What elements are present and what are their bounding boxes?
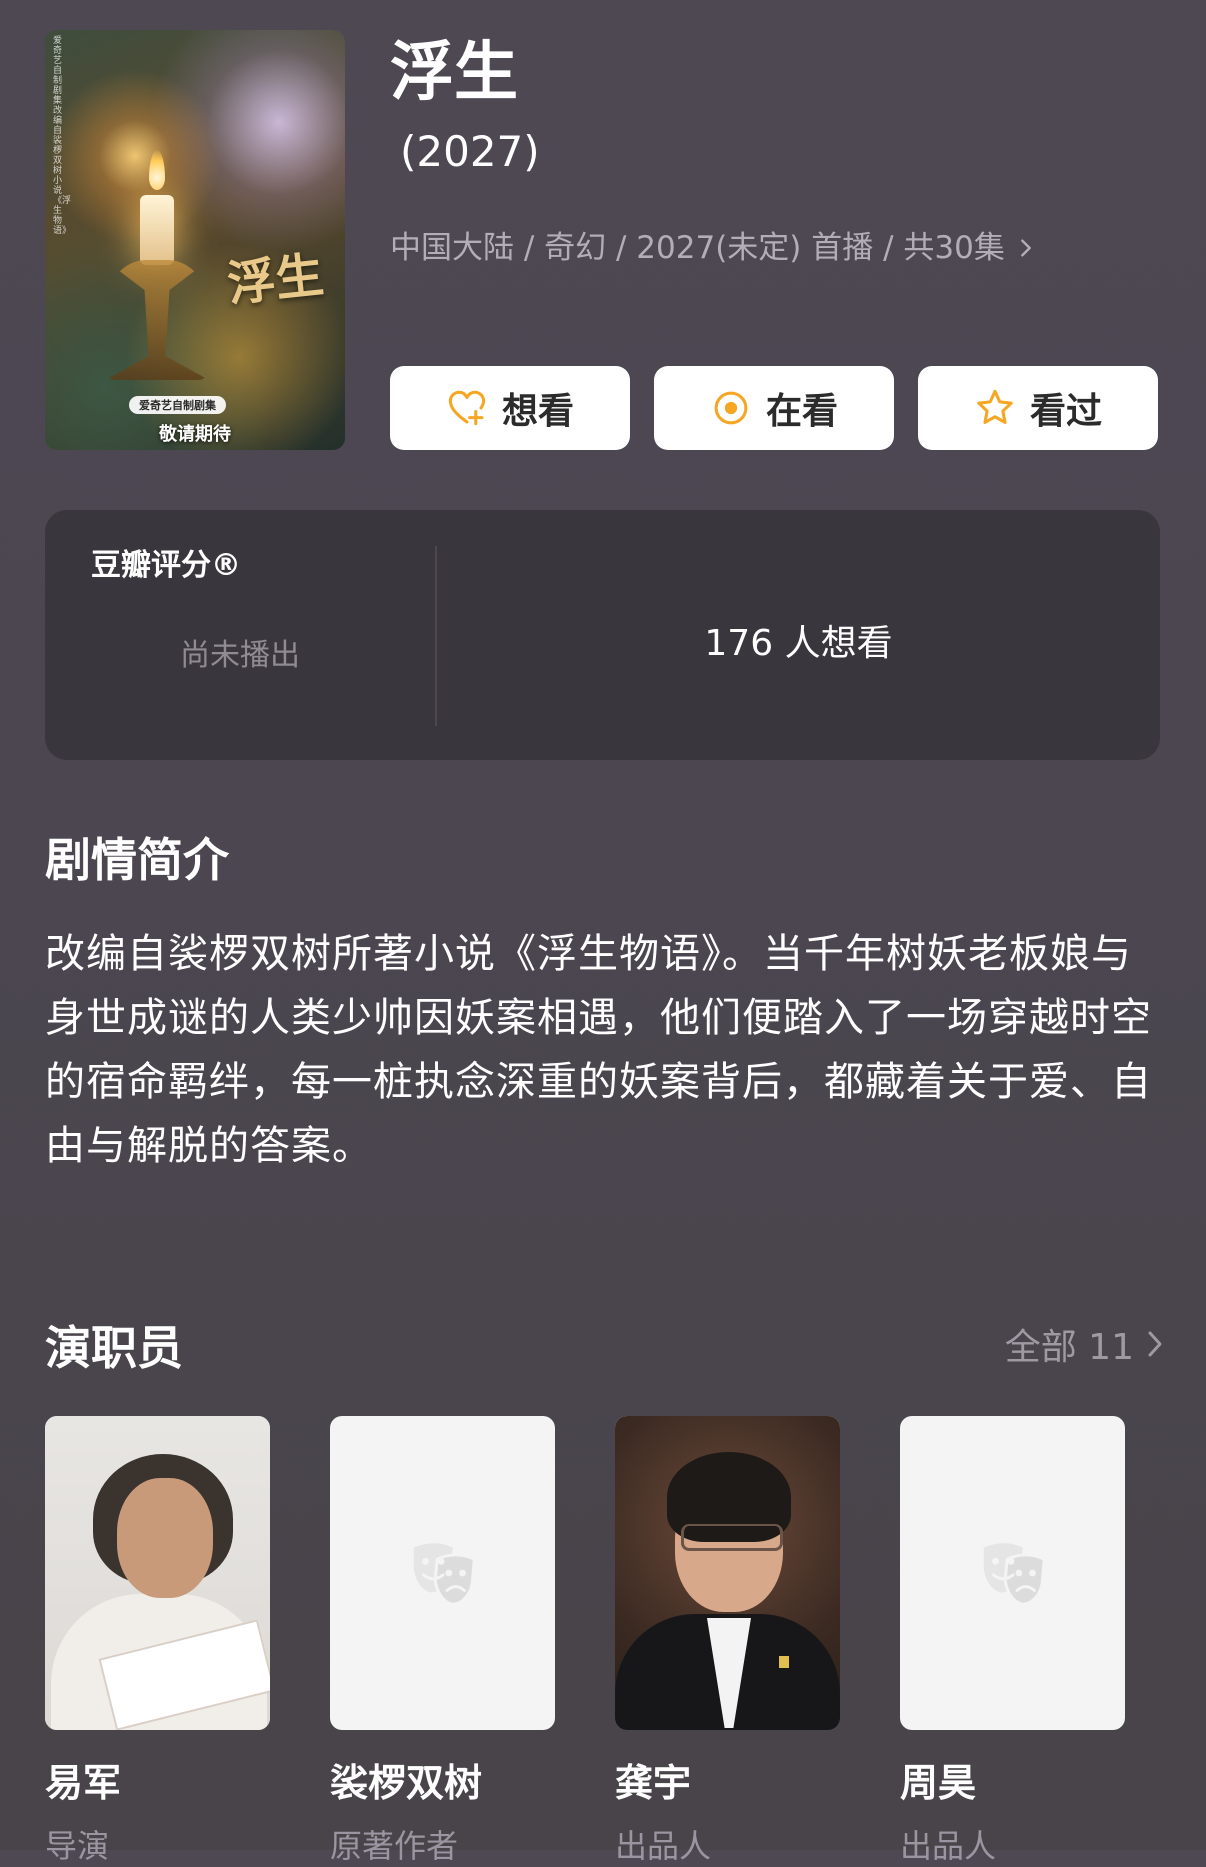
cast-photo-placeholder xyxy=(330,1416,555,1730)
cast-name: 裟椤双树 xyxy=(330,1761,483,1805)
cast-role: 原著作者 xyxy=(330,1827,459,1865)
candle-stand xyxy=(105,260,209,380)
cast-name: 龚宇 xyxy=(615,1761,692,1805)
watching-label: 在看 xyxy=(765,391,838,432)
meta-info-text: 中国大陆 / 奇幻 / 2027(未定) 首播 / 共30集 xyxy=(390,230,1005,266)
cast-card[interactable]: 易军 导演 xyxy=(45,1416,270,1867)
poster-badge: 爱奇艺自制剧集 xyxy=(129,396,226,414)
poster-calligraphy: 浮生 xyxy=(224,247,327,313)
poster-image[interactable]: 爱奇艺自制剧集 改编自裟椤双树小说《浮生物语》 浮生 爱奇艺自制剧集 敬请期待 xyxy=(45,30,345,450)
cast-role: 出品人 xyxy=(900,1827,997,1865)
cast-list: 易军 导演 裟椤双树 原著作者 龚宇 出品人 周昊 出品人 xyxy=(45,1416,1125,1867)
watching-button[interactable]: 在看 xyxy=(654,366,894,450)
want-to-watch-label: 想看 xyxy=(501,391,574,432)
rating-status: 尚未播出 xyxy=(180,638,300,673)
cast-card[interactable]: 周昊 出品人 xyxy=(900,1416,1125,1867)
synopsis-text[interactable]: 改编自裟椤双树所著小说《浮生物语》。当千年树妖老板娘与身世成谜的人类少帅因妖案相… xyxy=(45,922,1165,1178)
cast-photo xyxy=(45,1416,270,1730)
theater-masks-icon xyxy=(983,1543,1046,1606)
wish-count: 176 人想看 xyxy=(704,623,893,664)
cast-card[interactable]: 龚宇 出品人 xyxy=(615,1416,840,1867)
target-icon xyxy=(714,391,748,425)
candle xyxy=(140,195,174,265)
action-buttons: 想看 在看 看过 xyxy=(390,366,1158,450)
cast-photo-placeholder xyxy=(900,1416,1125,1730)
cast-heading: 演职员 xyxy=(45,1321,183,1375)
rating-card[interactable]: 豆瓣评分® 尚未播出 176 人想看 xyxy=(45,510,1160,760)
cast-photo xyxy=(615,1416,840,1730)
cast-name: 周昊 xyxy=(900,1761,977,1805)
cast-view-all-link[interactable]: 全部 11 xyxy=(1005,1318,1166,1370)
cast-view-all-label: 全部 11 xyxy=(1004,1327,1134,1368)
page-title: 浮生 xyxy=(390,36,518,110)
release-year: (2027) xyxy=(400,127,540,176)
synopsis-heading: 剧情简介 xyxy=(45,833,229,887)
chevron-right-icon xyxy=(1148,1331,1162,1357)
theater-masks-icon xyxy=(413,1543,476,1606)
candle-flame xyxy=(149,150,165,190)
douban-rating-label: 豆瓣评分® xyxy=(91,548,241,583)
chevron-right-icon xyxy=(1020,239,1031,257)
star-outline-icon xyxy=(977,389,1013,424)
meta-info-link[interactable]: 中国大陆 / 奇幻 / 2027(未定) 首播 / 共30集 xyxy=(390,228,1037,268)
cast-name: 易军 xyxy=(45,1761,122,1805)
want-to-watch-button[interactable]: 想看 xyxy=(390,366,630,450)
cast-card[interactable]: 裟椤双树 原著作者 xyxy=(330,1416,555,1867)
cast-role: 导演 xyxy=(45,1827,110,1865)
heart-plus-icon xyxy=(448,390,486,426)
watched-button[interactable]: 看过 xyxy=(918,366,1158,450)
watched-label: 看过 xyxy=(1029,391,1102,432)
cast-role: 出品人 xyxy=(615,1827,712,1865)
poster-tagline: 敬请期待 xyxy=(159,424,231,445)
poster-vertical-text: 爱奇艺自制剧集 改编自裟椤双树小说《浮生物语》 xyxy=(53,36,72,236)
